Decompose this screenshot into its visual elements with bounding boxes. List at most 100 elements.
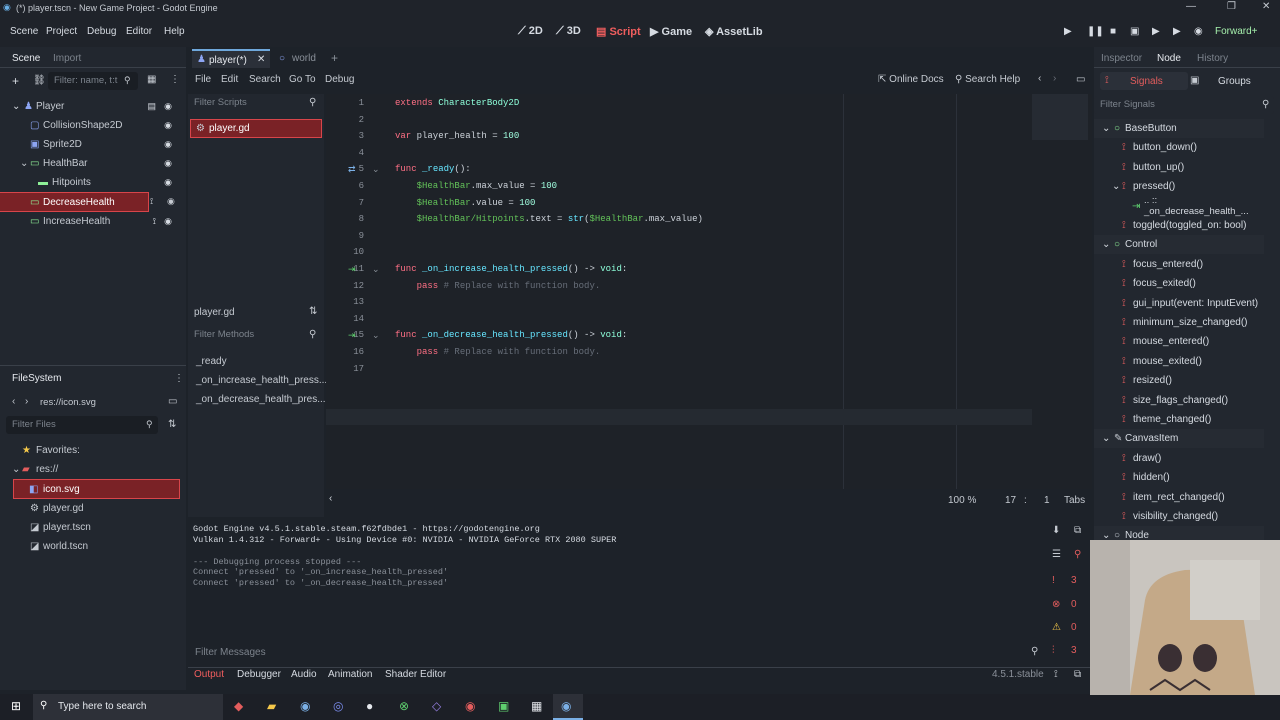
visibility-icon[interactable]: ◉	[167, 196, 175, 207]
fold-icon[interactable]: ⌄	[372, 330, 380, 341]
distraction-free-icon[interactable]: ▭	[1076, 74, 1085, 85]
steam-icon[interactable]: ◉	[300, 699, 310, 713]
more-options-icon[interactable]: ⋮	[170, 74, 180, 85]
line-number[interactable]: 8	[326, 214, 364, 224]
godot-taskbar-button[interactable]: ◉	[553, 694, 583, 720]
sort-icon[interactable]: ⇅	[309, 306, 317, 317]
attach-script-icon[interactable]: ▦	[147, 74, 156, 85]
line-number[interactable]: 13	[326, 297, 364, 307]
filter-lines-icon[interactable]: ☰	[1052, 549, 1061, 560]
search-help-button[interactable]: ⚲ Search Help	[955, 74, 1020, 85]
history-forward-icon[interactable]: ›	[1053, 73, 1056, 84]
pause-icon[interactable]: ❚❚	[1087, 26, 1104, 37]
pin-panel-icon[interactable]: ⟟	[1054, 669, 1058, 680]
file-player-gd[interactable]: ⚙ player.gd	[0, 499, 180, 517]
indent-mode[interactable]: Tabs	[1064, 495, 1085, 506]
signal-connected-icon[interactable]: ⟟	[150, 196, 153, 207]
line-number[interactable]: 7	[326, 198, 364, 208]
tab-animation[interactable]: Animation	[328, 669, 372, 680]
line-number[interactable]: 5	[326, 164, 364, 174]
visibility-icon[interactable]: ◉	[164, 177, 172, 188]
split-view-icon[interactable]: ▭	[168, 396, 177, 407]
history-back-icon[interactable]: ‹	[1038, 73, 1041, 84]
workspace-script-button[interactable]: ▤ Script	[596, 25, 641, 38]
signal-item[interactable]: ⟟ draw()	[1094, 449, 1264, 468]
line-number[interactable]: 2	[326, 115, 364, 125]
movie-maker-icon[interactable]: ◉	[1194, 26, 1203, 37]
line-number[interactable]: 6	[326, 181, 364, 191]
xbox-icon[interactable]: ⊗	[399, 699, 409, 713]
copy-icon[interactable]: ⧉	[1074, 525, 1081, 536]
tab-debugger[interactable]: Debugger	[237, 669, 281, 680]
fold-icon[interactable]: ⌄	[372, 164, 380, 175]
close-tab-icon[interactable]: ✕	[257, 54, 265, 65]
windows-start-icon[interactable]: ⊞	[11, 699, 21, 713]
script-menu-search[interactable]: Search	[249, 74, 281, 85]
renderer-select[interactable]: Forward+	[1215, 26, 1258, 37]
tree-item-collisionshape2d[interactable]: ▢ CollisionShape2D ◉	[0, 116, 180, 134]
zoom-level[interactable]: 100 %	[948, 495, 976, 506]
chevron-down-icon[interactable]: ⌄	[1102, 239, 1110, 250]
tree-item-healthbar[interactable]: ⌄ ▭ HealthBar ◉	[0, 154, 180, 172]
menu-debug[interactable]: Debug	[87, 26, 116, 37]
signal-class-header[interactable]: ⌄ ○ BaseButton	[1094, 119, 1264, 138]
script-attached-icon[interactable]: ▤	[147, 101, 156, 112]
line-number[interactable]: 11	[326, 264, 364, 274]
signal-item[interactable]: ⟟ theme_changed()	[1094, 410, 1264, 429]
signal-item[interactable]: ⟟ item_rect_changed()	[1094, 488, 1264, 507]
discord-icon[interactable]: ◎	[333, 699, 343, 713]
tree-item-increasehealth[interactable]: ▭ IncreaseHealth ⟟ ◉	[0, 212, 180, 230]
remote-debug-icon[interactable]: ▣	[1130, 26, 1139, 37]
signal-connected-icon[interactable]: ⟟	[153, 216, 156, 227]
script-menu-debug[interactable]: Debug	[325, 74, 354, 85]
filesystem-path[interactable]: res://icon.svg	[40, 397, 96, 408]
script-item-player-gd[interactable]: ⚙ player.gd	[190, 119, 322, 138]
line-number[interactable]: 4	[326, 148, 364, 158]
line-number[interactable]: 14	[326, 314, 364, 324]
workspace-2d-button[interactable]: ⟋ 2D	[518, 25, 543, 38]
tree-item-player[interactable]: ⌄ ♟ Player ▤ ◉	[0, 97, 180, 115]
signal-item[interactable]: ⟟ focus_entered()	[1094, 255, 1264, 274]
signal-item[interactable]: ⟟ minimum_size_changed()	[1094, 313, 1264, 332]
filter-signals-input[interactable]: Filter Signals	[1094, 96, 1274, 114]
workspace-game-button[interactable]: ▶ Game	[650, 25, 692, 38]
link-icon[interactable]: ⛓	[33, 75, 46, 86]
chevron-down-icon[interactable]: ⌄	[1112, 181, 1120, 192]
maximize-button[interactable]: ❐	[1227, 1, 1236, 12]
stop-icon[interactable]: ■	[1110, 26, 1116, 37]
menu-scene[interactable]: Scene	[10, 26, 38, 37]
visibility-icon[interactable]: ◉	[164, 139, 172, 150]
taskbar-search-box[interactable]: ⚲ Type here to search	[33, 694, 223, 720]
chevron-down-icon[interactable]: ⌄	[1102, 433, 1110, 444]
signal-item[interactable]: ⟟ hidden()	[1094, 468, 1264, 487]
tab-history[interactable]: History	[1197, 53, 1228, 64]
line-number[interactable]: 3	[326, 131, 364, 141]
signal-item[interactable]: ⟟ button_down()	[1094, 138, 1264, 157]
script-menu-file[interactable]: File	[195, 74, 211, 85]
tab-shader-editor[interactable]: Shader Editor	[385, 669, 446, 680]
signal-connected-icon[interactable]: ⇥	[348, 264, 356, 275]
filter-files-input[interactable]: Filter Files	[6, 416, 158, 434]
tab-audio[interactable]: Audio	[291, 669, 317, 680]
fold-icon[interactable]: ⌄	[372, 264, 380, 275]
minimize-button[interactable]: —	[1186, 1, 1196, 12]
tab-world[interactable]: ○ world	[276, 51, 321, 68]
collapse-panel-icon[interactable]: ‹	[329, 493, 332, 504]
signal-item[interactable]: ⟟ gui_input(event: InputEvent)	[1094, 294, 1264, 313]
tab-import[interactable]: Import	[53, 53, 81, 64]
error-icon[interactable]: ⊗	[1052, 599, 1060, 610]
favorites-item[interactable]: ★ Favorites:	[0, 441, 180, 459]
app-icon[interactable]: ◇	[432, 699, 441, 713]
play-custom-icon[interactable]: ▶	[1173, 26, 1181, 37]
visibility-icon[interactable]: ◉	[164, 158, 172, 169]
editor-log-icon[interactable]: ⫶	[1052, 645, 1055, 656]
online-docs-button[interactable]: ⇱ Online Docs	[878, 74, 944, 85]
signal-class-header[interactable]: ⌄ ○ Control	[1094, 235, 1264, 255]
signal-item[interactable]: ⟟ focus_exited()	[1094, 274, 1264, 293]
signal-item[interactable]: ⟟ resized()	[1094, 371, 1264, 390]
visibility-icon[interactable]: ◉	[164, 216, 172, 227]
line-number[interactable]: 12	[326, 281, 364, 291]
forward-icon[interactable]: ›	[25, 396, 28, 407]
line-number[interactable]: 1	[326, 98, 364, 108]
filter-methods-input[interactable]: Filter Methods	[188, 326, 322, 344]
